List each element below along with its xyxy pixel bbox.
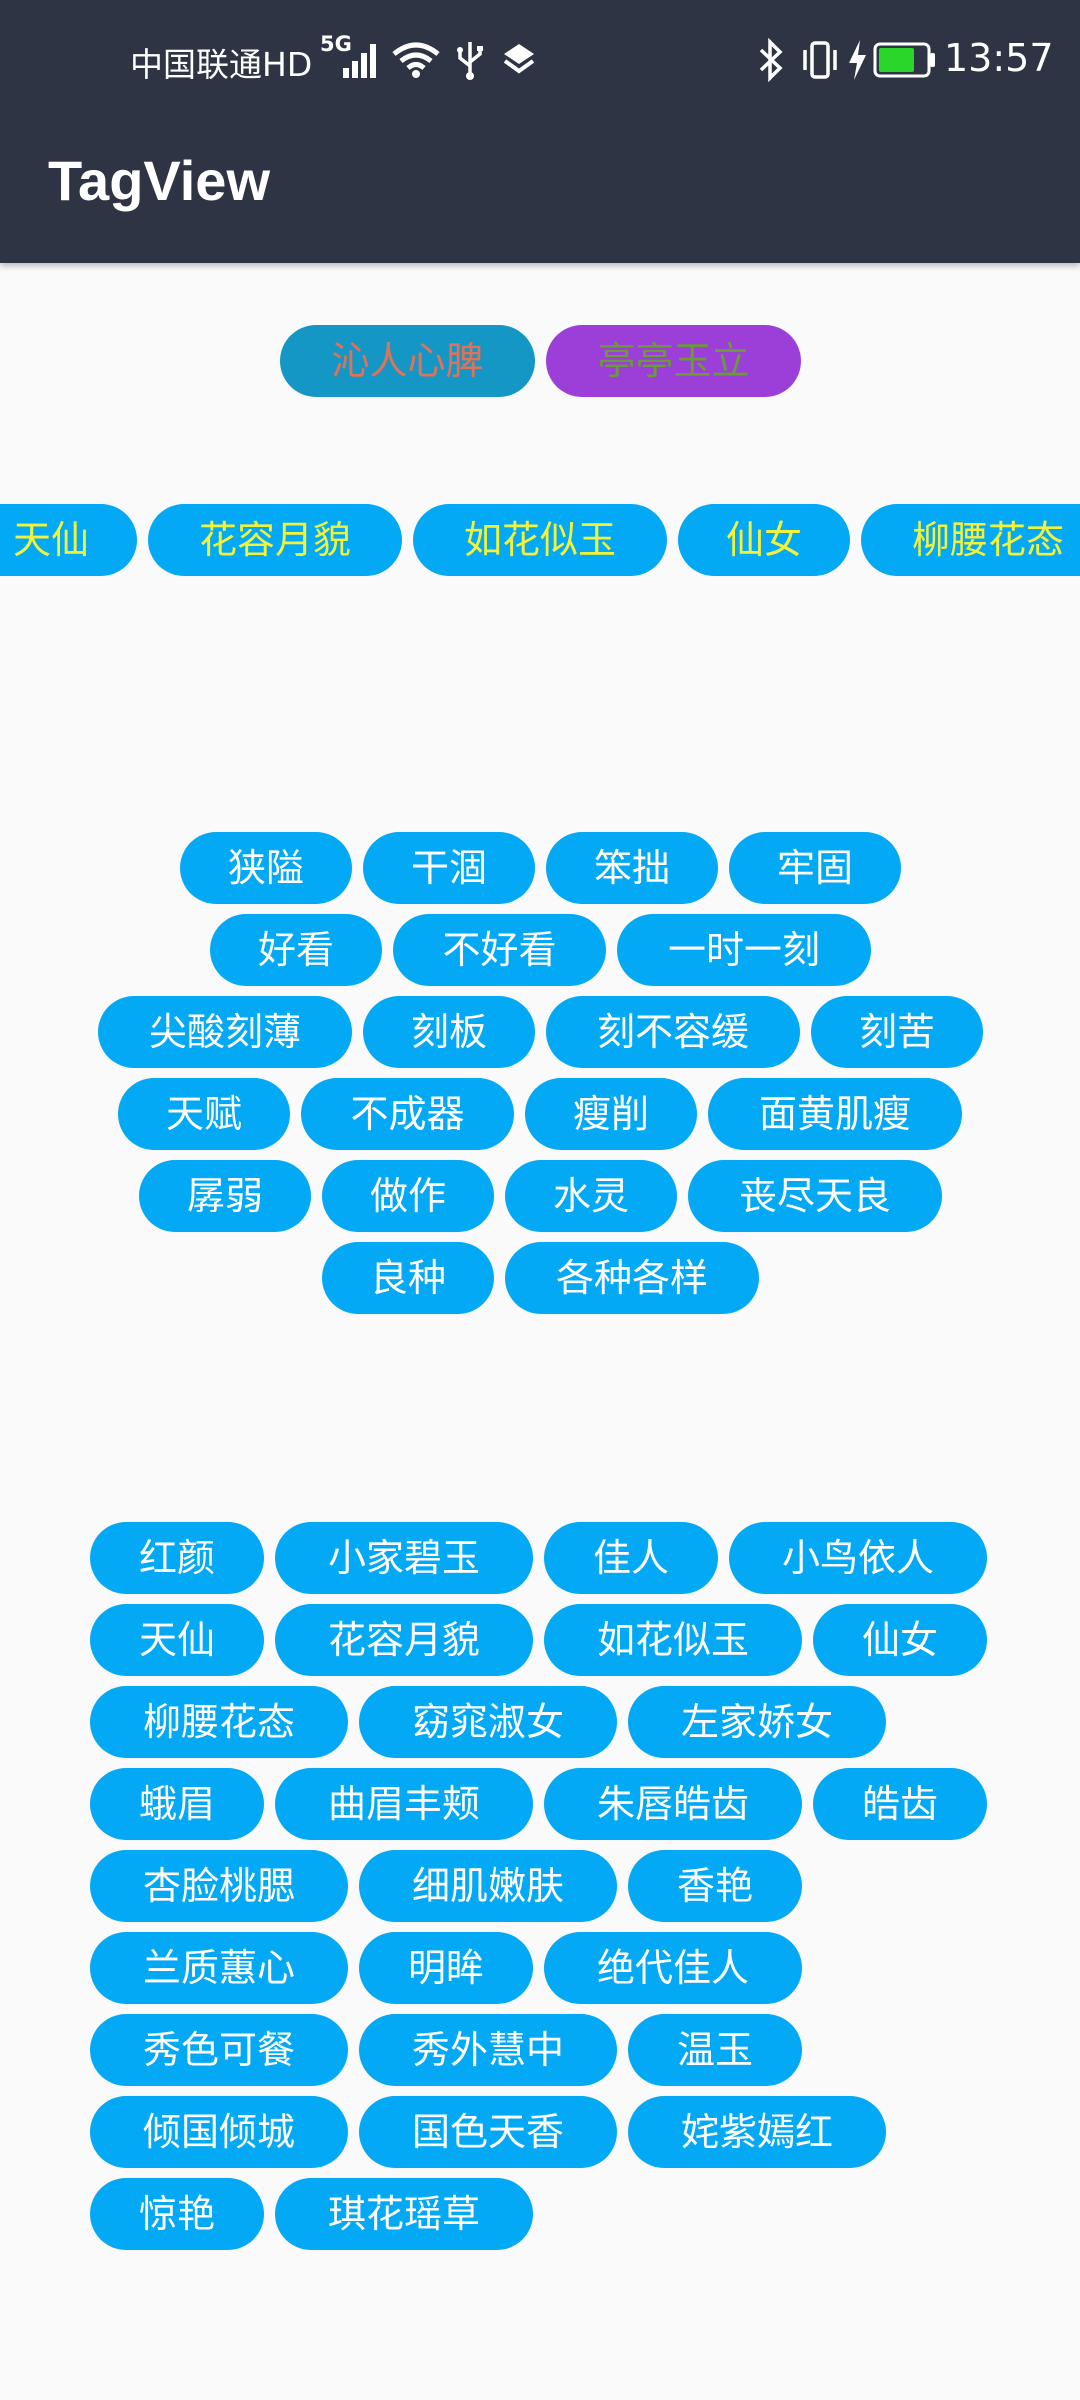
vibrate-icon	[803, 41, 837, 79]
tag-item[interactable]: 良种	[322, 1242, 494, 1314]
tag-item[interactable]: 笨拙	[546, 832, 718, 904]
tag-row: 红颜 小家碧玉 佳人 小鸟依人	[90, 1522, 990, 1594]
tag-item[interactable]: 天赋	[118, 1078, 290, 1150]
tag-item[interactable]: 曲眉丰颊	[275, 1768, 533, 1840]
tag-item[interactable]: 干涸	[363, 832, 535, 904]
tag-item[interactable]: 沁人心脾	[280, 325, 535, 397]
tag-item[interactable]: 倾国倾城	[90, 2096, 348, 2168]
tag-item[interactable]: 秀外慧中	[359, 2014, 617, 2086]
tag-item[interactable]: 国色天香	[359, 2096, 617, 2168]
tag-row: 尖酸刻薄 刻板 刻不容缓 刻苦	[98, 996, 983, 1068]
tag-item[interactable]: 好看	[210, 914, 382, 986]
tag-row: 杏脸桃腮 细肌嫩肤 香艳	[90, 1850, 990, 1922]
app-title: TagView	[48, 149, 271, 212]
tag-item[interactable]: 柳腰花态	[861, 504, 1080, 576]
carrier-label: 中国联通HD	[130, 45, 313, 84]
tag-item[interactable]: 朱唇皓齿	[544, 1768, 802, 1840]
tag-item[interactable]: 香艳	[628, 1850, 802, 1922]
tag-item[interactable]: 佳人	[544, 1522, 718, 1594]
tag-row: 良种 各种各样	[322, 1242, 759, 1314]
tag-row: 惊艳 琪花瑶草	[90, 2178, 990, 2250]
tag-item[interactable]: 仙女	[678, 504, 850, 576]
tag-row: 秀色可餐 秀外慧中 温玉	[90, 2014, 990, 2086]
tag-row: 兰质蕙心 明眸 绝代佳人	[90, 1932, 990, 2004]
tag-item[interactable]: 绝代佳人	[544, 1932, 802, 2004]
tag-item[interactable]: 窈窕淑女	[359, 1686, 617, 1758]
clock-label: 13:57	[944, 36, 1054, 80]
tag-item[interactable]: 牢固	[729, 832, 901, 904]
usb-icon	[457, 42, 483, 80]
tag-item[interactable]: 温玉	[628, 2014, 802, 2086]
tag-item[interactable]: 水灵	[505, 1160, 677, 1232]
wifi-icon	[392, 42, 440, 78]
layers-icon	[503, 44, 535, 74]
tag-item[interactable]: 孱弱	[139, 1160, 311, 1232]
tag-item[interactable]: 柳腰花态	[90, 1686, 348, 1758]
tag-item[interactable]: 花容月貌	[275, 1604, 533, 1676]
tag-item[interactable]: 惊艳	[90, 2178, 264, 2250]
app-bar: 中国联通HD 5G 13:57 TagView	[0, 0, 1080, 263]
tag-row: 蛾眉 曲眉丰颊 朱唇皓齿 皓齿	[90, 1768, 990, 1840]
tag-item[interactable]: 姹紫嫣红	[628, 2096, 886, 2168]
tag-item[interactable]: 瘦削	[525, 1078, 697, 1150]
charging-icon	[849, 40, 866, 80]
tag-item[interactable]: 狭隘	[180, 832, 352, 904]
tag-item[interactable]: 秀色可餐	[90, 2014, 348, 2086]
tag-item[interactable]: 皓齿	[813, 1768, 987, 1840]
tag-item[interactable]: 左家娇女	[628, 1686, 886, 1758]
tag-item[interactable]: 如花似玉	[544, 1604, 802, 1676]
tag-item[interactable]: 不好看	[393, 914, 606, 986]
tag-row: 好看 不好看 一时一刻	[210, 914, 871, 986]
tag-item[interactable]: 亭亭玉立	[546, 325, 801, 397]
tag-item[interactable]: 花容月貌	[148, 504, 402, 576]
tag-item[interactable]: 天仙	[0, 504, 137, 576]
tag-item[interactable]: 天仙	[90, 1604, 264, 1676]
tag-item[interactable]: 刻板	[363, 996, 535, 1068]
tag-row: 天赋 不成器 瘦削 面黄肌瘦	[118, 1078, 962, 1150]
tag-item[interactable]: 不成器	[301, 1078, 514, 1150]
tag-row: 天仙 花容月貌 如花似玉 仙女 柳腰花态	[0, 504, 1080, 576]
tag-item[interactable]: 一时一刻	[617, 914, 871, 986]
tag-item[interactable]: 做作	[322, 1160, 494, 1232]
tag-item[interactable]: 仙女	[813, 1604, 987, 1676]
tag-item[interactable]: 小鸟依人	[729, 1522, 987, 1594]
tag-item[interactable]: 尖酸刻薄	[98, 996, 352, 1068]
signal-icon	[343, 44, 376, 78]
tag-item[interactable]: 蛾眉	[90, 1768, 264, 1840]
tag-item[interactable]: 刻苦	[811, 996, 983, 1068]
tag-row: 沁人心脾 亭亭玉立	[280, 325, 801, 397]
tag-item[interactable]: 琪花瑶草	[275, 2178, 533, 2250]
tag-item[interactable]: 明眸	[359, 1932, 533, 2004]
tag-item[interactable]: 红颜	[90, 1522, 264, 1594]
tag-row: 天仙 花容月貌 如花似玉 仙女	[90, 1604, 990, 1676]
tag-item[interactable]: 各种各样	[505, 1242, 759, 1314]
status-bar: 中国联通HD 5G 13:57	[0, 30, 1080, 94]
tag-item[interactable]: 小家碧玉	[275, 1522, 533, 1594]
tag-item[interactable]: 如花似玉	[413, 504, 667, 576]
tag-item[interactable]: 兰质蕙心	[90, 1932, 348, 2004]
tag-row: 狭隘 干涸 笨拙 牢固	[180, 832, 901, 904]
tag-item[interactable]: 细肌嫩肤	[359, 1850, 617, 1922]
tag-item[interactable]: 刻不容缓	[546, 996, 800, 1068]
tag-item[interactable]: 丧尽天良	[688, 1160, 942, 1232]
tag-item[interactable]: 杏脸桃腮	[90, 1850, 348, 1922]
tag-row: 柳腰花态 窈窕淑女 左家娇女	[90, 1686, 990, 1758]
tag-row: 倾国倾城 国色天香 姹紫嫣红	[90, 2096, 990, 2168]
battery-icon	[873, 42, 935, 78]
bluetooth-icon	[759, 38, 783, 82]
tag-item[interactable]: 面黄肌瘦	[708, 1078, 962, 1150]
tag-row: 孱弱 做作 水灵 丧尽天良	[139, 1160, 942, 1232]
